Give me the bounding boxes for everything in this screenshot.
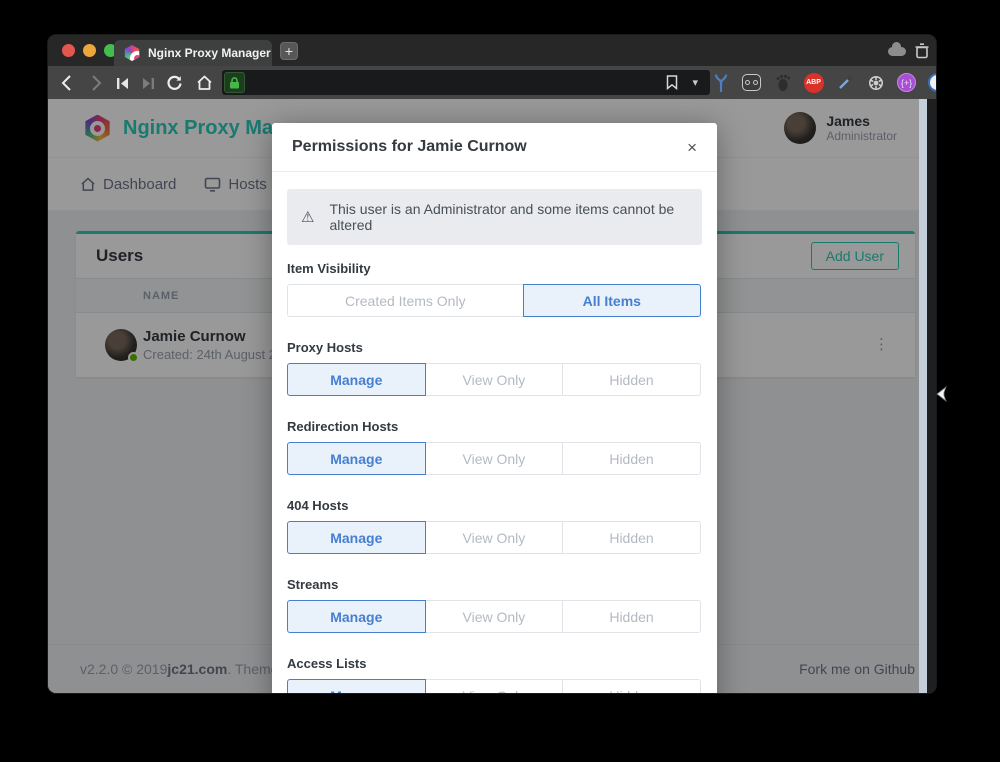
sync-cloud-icon[interactable] [888, 47, 906, 56]
option-created-items-only[interactable]: Created Items Only [287, 284, 524, 317]
forward-button[interactable] [86, 73, 106, 93]
back-button[interactable] [56, 73, 76, 93]
group-streams: Streams Manage View Only Hidden [287, 577, 702, 633]
streams-view-only[interactable]: View Only [425, 600, 564, 633]
alert-text: This user is an Administrator and some i… [329, 201, 688, 233]
visibility-segment: Created Items Only All Items [287, 284, 702, 317]
group-proxy-hosts: Proxy Hosts Manage View Only Hidden [287, 340, 702, 396]
gear-icon[interactable] [865, 72, 886, 93]
tab-bar: Nginx Proxy Manager + [48, 35, 936, 66]
purple-orb-icon[interactable]: {+} [896, 72, 917, 93]
power-icon[interactable] [927, 72, 936, 93]
trash-icon[interactable] [915, 43, 929, 59]
404-hosts-manage[interactable]: Manage [287, 521, 426, 554]
permissions-modal: Permissions for Jamie Curnow × ⚠ This us… [272, 123, 717, 693]
footprint-icon[interactable] [772, 72, 793, 93]
page-viewport: Nginx Proxy Manager James Administrator … [48, 99, 936, 693]
404-hosts-view-only[interactable]: View Only [425, 521, 564, 554]
warning-icon: ⚠ [301, 208, 314, 226]
address-bar[interactable]: ▾ [222, 70, 710, 95]
extensions-area: ABP {+} [710, 72, 936, 93]
redirection-hosts-hidden[interactable]: Hidden [562, 442, 701, 475]
close-window-button[interactable] [62, 44, 75, 57]
access-lists-hidden[interactable]: Hidden [562, 679, 701, 693]
secure-lock-icon[interactable] [224, 72, 245, 93]
group-access-lists: Access Lists Manage View Only Hidden [287, 656, 702, 693]
group-redirection-hosts: Redirection Hosts Manage View Only Hidde… [287, 419, 702, 475]
browser-tab[interactable]: Nginx Proxy Manager [114, 40, 272, 66]
redirection-hosts-manage[interactable]: Manage [287, 442, 426, 475]
fork-icon[interactable] [710, 72, 731, 93]
window-right-edge [927, 99, 936, 693]
tab-title: Nginx Proxy Manager [148, 46, 271, 60]
proxy-hosts-hidden[interactable]: Hidden [562, 363, 701, 396]
home-button[interactable] [194, 73, 214, 93]
admin-alert: ⚠ This user is an Administrator and some… [287, 189, 702, 245]
streams-hidden[interactable]: Hidden [562, 600, 701, 633]
access-lists-view-only[interactable]: View Only [425, 679, 564, 693]
proxy-hosts-manage[interactable]: Manage [287, 363, 426, 396]
modal-title: Permissions for Jamie Curnow [292, 138, 677, 156]
404-hosts-hidden[interactable]: Hidden [562, 521, 701, 554]
browser-window: Nginx Proxy Manager + [48, 35, 936, 693]
mouse-cursor [936, 386, 948, 402]
pen-icon[interactable] [834, 72, 855, 93]
screen: Nginx Proxy Manager + [0, 0, 1000, 762]
visibility-label: Item Visibility [287, 261, 702, 276]
page-scrollbar[interactable] [919, 99, 927, 693]
favicon [124, 45, 140, 61]
access-lists-manage[interactable]: Manage [287, 679, 426, 693]
bookmark-icon[interactable] [666, 75, 678, 90]
abp-icon[interactable]: ABP [803, 72, 824, 93]
robot-icon[interactable] [741, 72, 762, 93]
redirection-hosts-view-only[interactable]: View Only [425, 442, 564, 475]
close-icon[interactable]: × [677, 137, 697, 158]
bookmark-caret-down-icon[interactable]: ▾ [692, 76, 698, 89]
reload-button[interactable] [164, 73, 184, 93]
option-all-items[interactable]: All Items [523, 284, 701, 317]
fast-forward-button[interactable] [138, 73, 158, 93]
new-tab-button[interactable]: + [280, 42, 298, 60]
minimize-window-button[interactable] [83, 44, 96, 57]
proxy-hosts-view-only[interactable]: View Only [425, 363, 564, 396]
browser-toolbar: ▾ ABP {+} [48, 66, 936, 99]
streams-manage[interactable]: Manage [287, 600, 426, 633]
group-404-hosts: 404 Hosts Manage View Only Hidden [287, 498, 702, 554]
rewind-button[interactable] [112, 73, 132, 93]
